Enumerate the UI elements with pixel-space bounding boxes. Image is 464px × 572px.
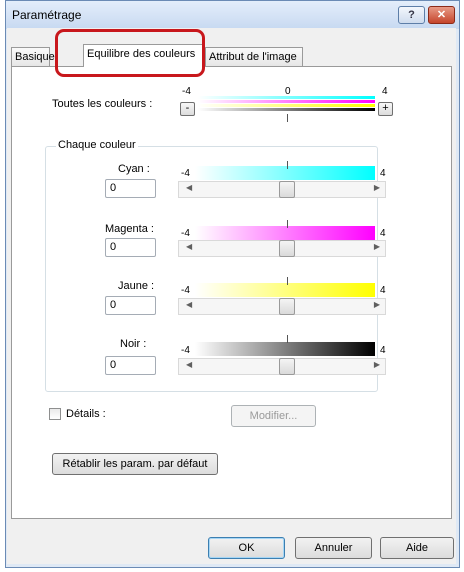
magenta-slider[interactable]: ◀ ▶: [178, 240, 386, 257]
noir-min: -4: [181, 345, 190, 356]
close-button[interactable]: ✕: [428, 6, 455, 24]
cyan-slider-thumb[interactable]: [279, 181, 295, 198]
all-colors-max: 4: [382, 86, 388, 97]
jaune-slider-left-arrow[interactable]: ◀: [186, 300, 192, 309]
jaune-center-marker: [287, 277, 288, 285]
jaune-min: -4: [181, 285, 190, 296]
details-label: Détails :: [66, 408, 106, 420]
magenta-max: 4: [380, 228, 386, 239]
cyan-slider-left-arrow[interactable]: ◀: [186, 183, 192, 192]
help-title-button[interactable]: ?: [398, 6, 425, 24]
tab-equilibre-des-couleurs[interactable]: Equilibre des couleurs: [83, 44, 204, 67]
noir-slider-left-arrow[interactable]: ◀: [186, 360, 192, 369]
noir-slider-thumb[interactable]: [279, 358, 295, 375]
each-color-title: Chaque couleur: [56, 139, 138, 151]
cyan-slider-right-arrow[interactable]: ▶: [374, 183, 380, 192]
all-colors-decrease-button[interactable]: -: [180, 102, 195, 116]
tab-attribut-de-l-image[interactable]: Attribut de l'image: [205, 47, 303, 66]
noir-gradient-bar: [195, 342, 375, 356]
reset-defaults-button[interactable]: Rétablir les param. par défaut: [52, 453, 218, 475]
window-title: Paramétrage: [12, 8, 82, 22]
magenta-slider-left-arrow[interactable]: ◀: [186, 242, 192, 251]
tab-basique[interactable]: Basique: [11, 47, 55, 66]
all-colors-label: Toutes les couleurs :: [52, 98, 153, 110]
title-bar: Paramétrage ? ✕: [6, 1, 459, 29]
cyan-slider[interactable]: ◀ ▶: [178, 181, 386, 198]
magenta-gradient-bar: [195, 226, 375, 240]
magenta-min: -4: [181, 228, 190, 239]
jaune-slider-thumb[interactable]: [279, 298, 295, 315]
ok-button[interactable]: OK: [208, 537, 285, 559]
jaune-max: 4: [380, 285, 386, 296]
magenta-slider-right-arrow[interactable]: ▶: [374, 242, 380, 251]
cyan-gradient-bar: [195, 166, 375, 180]
magenta-slider-thumb[interactable]: [279, 240, 295, 257]
cyan-center-marker: [287, 161, 288, 169]
noir-center-marker: [287, 335, 288, 343]
modify-button[interactable]: Modifier...: [231, 405, 316, 427]
jaune-slider-right-arrow[interactable]: ▶: [374, 300, 380, 309]
noir-label: Noir :: [120, 338, 147, 350]
all-colors-min: -4: [182, 86, 191, 97]
cyan-max: 4: [380, 168, 386, 179]
all-colors-center-marker: [287, 114, 288, 122]
help-button[interactable]: Aide: [380, 537, 454, 559]
details-checkbox[interactable]: [49, 408, 61, 420]
noir-slider[interactable]: ◀ ▶: [178, 358, 386, 375]
jaune-label: Jaune :: [118, 280, 155, 292]
noir-max: 4: [380, 345, 386, 356]
jaune-input[interactable]: 0: [105, 296, 156, 315]
magenta-center-marker: [287, 220, 288, 228]
all-colors-bars: [198, 96, 375, 115]
cyan-min: -4: [181, 168, 190, 179]
jaune-slider[interactable]: ◀ ▶: [178, 298, 386, 315]
cancel-button[interactable]: Annuler: [295, 537, 372, 559]
all-colors-increase-button[interactable]: +: [378, 102, 393, 116]
magenta-input[interactable]: 0: [105, 238, 156, 257]
noir-slider-right-arrow[interactable]: ▶: [374, 360, 380, 369]
noir-input[interactable]: 0: [105, 356, 156, 375]
jaune-gradient-bar: [195, 283, 375, 297]
cyan-label: Cyan :: [118, 163, 150, 175]
cyan-input[interactable]: 0: [105, 179, 156, 198]
magenta-label: Magenta :: [105, 223, 154, 235]
